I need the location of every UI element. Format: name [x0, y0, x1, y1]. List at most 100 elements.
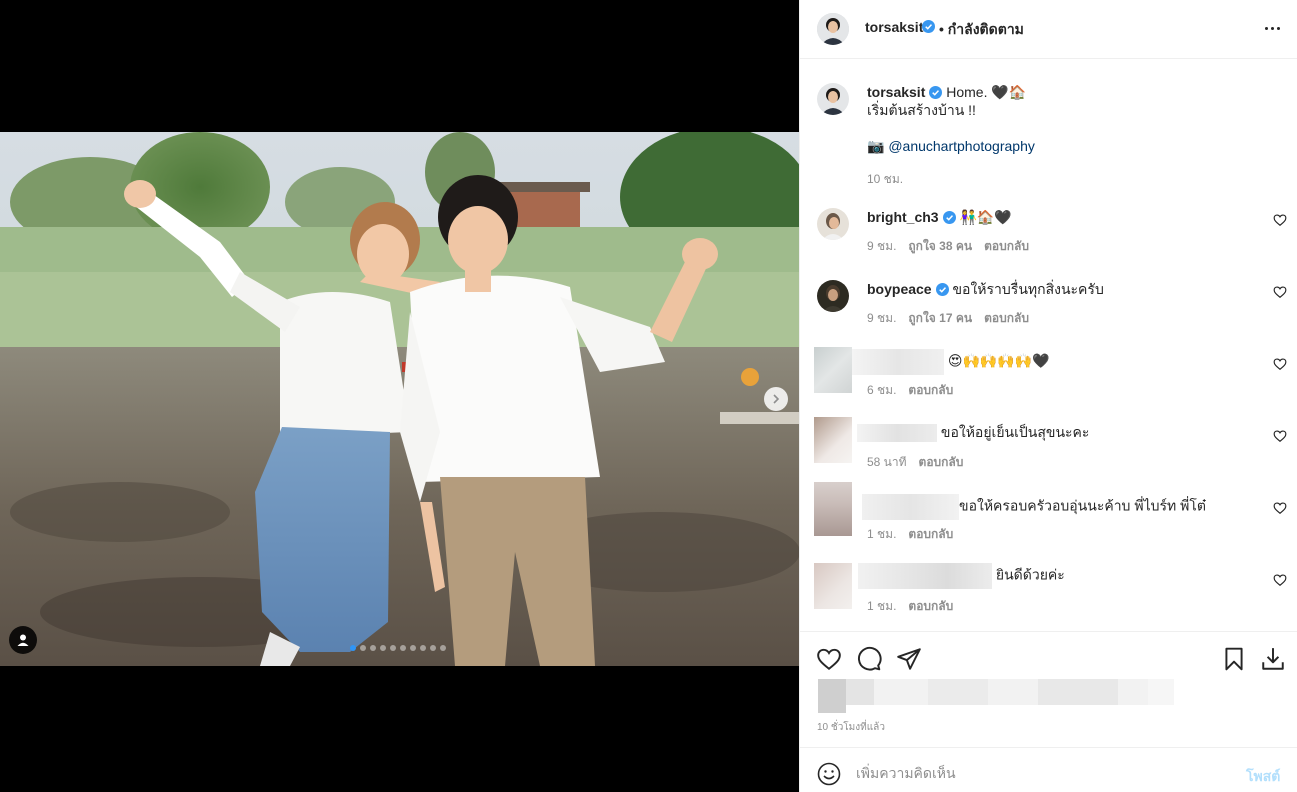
comment-meta: 58 นาที ตอบกลับ	[867, 453, 963, 472]
blurred-avatar[interactable]	[814, 417, 852, 463]
carousel-dot	[380, 645, 386, 651]
comment-username[interactable]: boypeace	[867, 281, 932, 297]
comment-item: ขอให้อยู่เย็นเป็นสุขนะคะ 58 นาที ตอบกลับ	[800, 413, 1297, 485]
carousel-dot	[360, 645, 366, 651]
reply-button[interactable]: ตอบกลับ	[908, 525, 953, 544]
chevron-right-icon	[773, 394, 780, 404]
comment-username[interactable]: bright_ch3	[867, 209, 939, 225]
more-horizontal-icon	[1264, 26, 1268, 30]
person-icon	[17, 634, 29, 646]
carousel-indicators	[350, 645, 446, 651]
like-comment-heart-icon[interactable]	[1273, 573, 1287, 587]
comment-input[interactable]	[856, 762, 1226, 784]
header-username[interactable]: torsaksit	[865, 19, 923, 35]
comment-body: ขอให้ครอบครัวอบอุ่นนะค้าบ พี่ไบร์ท พี่โต…	[959, 497, 1206, 514]
carousel-dot	[370, 645, 376, 651]
blurred-avatar[interactable]	[814, 563, 852, 609]
post-actions: 10 ชั่วโมงที่แล้ว	[800, 631, 1297, 747]
comment-time[interactable]: 9 ชม.	[867, 237, 896, 256]
blurred-avatar[interactable]	[814, 347, 852, 393]
avatar[interactable]	[817, 13, 849, 45]
add-comment-bar: โพสต์	[800, 747, 1297, 792]
blurred-username	[858, 563, 992, 589]
blurred-username	[862, 494, 959, 520]
like-comment-heart-icon[interactable]	[1273, 213, 1287, 227]
comment-body: 👫🏠🖤	[959, 209, 1012, 225]
comment-item: ยินดีด้วยค่ะ 1 ชม. ตอบกลับ	[800, 557, 1297, 629]
comment-time[interactable]: 1 ชม.	[867, 597, 896, 616]
reply-button[interactable]: ตอบกลับ	[919, 453, 964, 472]
comment-meta: 1 ชม. ตอบกลับ	[867, 525, 953, 544]
reply-button[interactable]: ตอบกลับ	[984, 237, 1029, 256]
comment-likes[interactable]: ถูกใจ 38 คน	[908, 237, 972, 256]
blurred-likes-summary	[818, 679, 1198, 713]
caption-time[interactable]: 10 ชม.	[867, 170, 903, 189]
comment-meta: 6 ชม. ตอบกลับ	[867, 381, 953, 400]
carousel-dot	[410, 645, 416, 651]
verified-badge-icon	[929, 86, 943, 99]
next-photo-button[interactable]	[764, 387, 788, 411]
caption-line-2: เริ่มต้นสร้างบ้าน !!	[867, 102, 976, 118]
blurred-avatar[interactable]	[814, 482, 852, 536]
comment-item: 😍🙌🙌🙌🙌🖤 6 ชม. ตอบกลับ	[800, 341, 1297, 413]
reply-button[interactable]: ตอบกลับ	[908, 597, 953, 616]
carousel-dot	[420, 645, 426, 651]
following-label: กำลังติดตาม	[947, 21, 1024, 37]
comment-body: ขอให้ราบรื่นทุกสิ่งนะครับ	[952, 281, 1104, 297]
bookmark-icon[interactable]	[1221, 646, 1247, 672]
verified-badge-icon	[922, 20, 935, 33]
verified-badge-icon	[935, 283, 949, 296]
emoji-icon[interactable]	[817, 762, 841, 786]
comment-time[interactable]: 9 ชม.	[867, 309, 896, 328]
carousel-dot	[440, 645, 446, 651]
comment-item: ขอให้ครอบครัวอบอุ่นนะค้าบ พี่ไบร์ท พี่โต…	[800, 482, 1297, 557]
comment-body: ยินดีด้วยค่ะ	[995, 566, 1065, 583]
comment-item: boypeace ขอให้ราบรื่นทุกสิ่งนะครับ 9 ชม.…	[800, 269, 1297, 341]
comment-item: bright_ch3 👫🏠🖤 9 ชม. ถูกใจ 38 คน ตอบกลับ	[800, 197, 1297, 269]
comment-meta: 9 ชม. ถูกใจ 38 คน ตอบกลับ	[867, 237, 1029, 256]
caption-text: torsaksit Home. 🖤🏠 เริ่มต้นสร้างบ้าน !! …	[867, 83, 1277, 155]
comment-time[interactable]: 1 ชม.	[867, 525, 896, 544]
comment-meta: 1 ชม. ตอบกลับ	[867, 597, 953, 616]
like-comment-heart-icon[interactable]	[1273, 429, 1287, 443]
comment-meta: 9 ชม. ถูกใจ 17 คน ตอบกลับ	[867, 309, 1029, 328]
like-heart-icon[interactable]	[816, 646, 842, 672]
blurred-username	[857, 424, 937, 443]
like-comment-heart-icon[interactable]	[1273, 501, 1287, 515]
more-dot	[1270, 26, 1274, 30]
comment-body: ขอให้อยู่เย็นเป็นสุขนะคะ	[940, 424, 1090, 440]
comment-text: ขอให้ครอบครัวอบอุ่นนะค้าบ พี่ไบร์ท พี่โต…	[862, 494, 1206, 520]
avatar[interactable]	[817, 83, 849, 115]
comment-bubble-icon[interactable]	[856, 646, 882, 672]
avatar[interactable]	[817, 208, 849, 240]
carousel-dot	[350, 645, 356, 651]
caption-line-1: Home. 🖤🏠	[946, 84, 1027, 100]
carousel-dot	[390, 645, 396, 651]
camera-icon: 📷	[867, 138, 885, 154]
comment-time[interactable]: 58 นาที	[867, 453, 907, 472]
tagged-people-button[interactable]	[9, 626, 37, 654]
post-comment-button[interactable]: โพสต์	[1246, 766, 1280, 788]
separator-dot: •	[939, 21, 944, 37]
download-icon[interactable]	[1260, 646, 1286, 672]
post-photo	[0, 132, 799, 666]
comment-likes[interactable]: ถูกใจ 17 คน	[908, 309, 972, 328]
comment-body: 😍🙌🙌🙌🙌🖤	[947, 352, 1050, 369]
post-time-ago[interactable]: 10 ชั่วโมงที่แล้ว	[817, 720, 885, 735]
caption-username[interactable]: torsaksit	[867, 84, 925, 100]
avatar[interactable]	[817, 280, 849, 312]
like-comment-heart-icon[interactable]	[1273, 357, 1287, 371]
more-options-button[interactable]	[1258, 16, 1286, 40]
blurred-username	[852, 349, 944, 375]
comment-text: boypeace ขอให้ราบรื่นทุกสิ่งนะครับ	[867, 280, 1104, 298]
comment-text: bright_ch3 👫🏠🖤	[867, 208, 1012, 226]
mention-link[interactable]: @anuchartphotography	[888, 138, 1035, 154]
share-paper-plane-icon[interactable]	[896, 646, 922, 672]
comment-text: ยินดีด้วยค่ะ	[858, 563, 1065, 589]
following-button[interactable]: • กำลังติดตาม	[939, 19, 1024, 41]
like-comment-heart-icon[interactable]	[1273, 285, 1287, 299]
more-dot	[1276, 26, 1280, 30]
reply-button[interactable]: ตอบกลับ	[908, 381, 953, 400]
comment-time[interactable]: 6 ชม.	[867, 381, 896, 400]
reply-button[interactable]: ตอบกลับ	[984, 309, 1029, 328]
